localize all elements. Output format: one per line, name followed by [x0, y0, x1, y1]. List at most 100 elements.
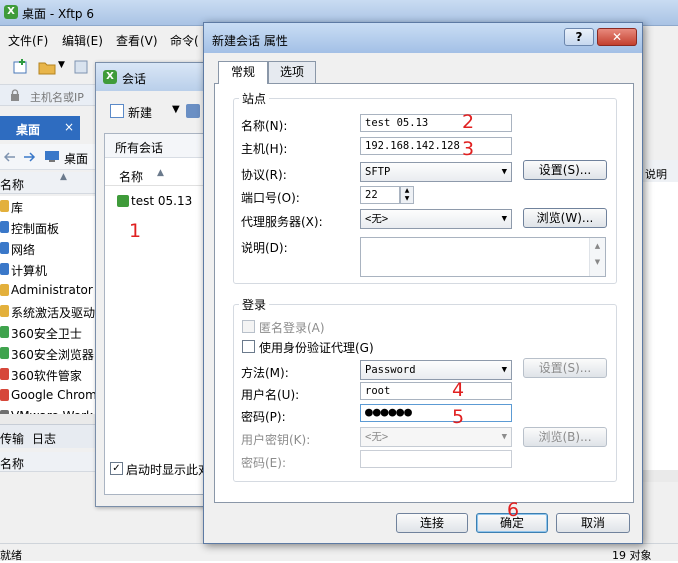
file-icon — [0, 200, 9, 212]
description-field[interactable] — [360, 237, 606, 277]
cancel-button[interactable]: 取消 — [556, 513, 630, 533]
port-field[interactable]: 22 — [360, 186, 400, 204]
properties-dialog-title: 新建会话 属性 — [212, 34, 288, 48]
proxy-value: <无> — [365, 213, 389, 225]
list-item-label: 网络 — [11, 243, 36, 257]
annotation-marker: 6 — [507, 499, 520, 521]
close-button[interactable]: ✕ — [597, 28, 637, 46]
menu-edit[interactable]: 编辑(E) — [62, 32, 103, 49]
list-item-label: 库 — [11, 201, 24, 215]
address-bar[interactable]: 主机名或IP — [0, 84, 110, 106]
file-icon — [0, 368, 9, 380]
chevron-down-icon[interactable]: ▼ — [58, 60, 65, 70]
user-key-select[interactable]: <无> ▼ — [360, 427, 512, 447]
host-label: 主机(H): — [241, 142, 288, 156]
tab-general[interactable]: 常规 — [218, 61, 268, 84]
left-horizontal-scrollbar[interactable] — [0, 414, 96, 424]
xftp-app-icon: X — [4, 5, 18, 19]
left-nav-bar: 桌面 — [0, 144, 96, 170]
tab-desktop-label: 桌面 — [16, 123, 41, 137]
properties-title-bar: 新建会话 属性 ? ✕ — [204, 23, 642, 53]
tab-desktop[interactable]: 桌面 × — [0, 116, 80, 140]
proxy-browse-button[interactable]: 浏览(W)... — [523, 208, 607, 228]
new-session-button[interactable]: 新建 — [128, 104, 152, 121]
annotation-marker: 4 — [452, 379, 465, 401]
connect-button[interactable]: 连接 — [396, 513, 468, 533]
sort-arrow-icon: ▲ — [157, 168, 164, 178]
list-item-label: 360安全卫士 — [11, 327, 82, 341]
checkmark-icon: ✓ — [112, 463, 121, 474]
remote-list-header: 说明 — [640, 160, 678, 182]
port-spinner[interactable]: ▲ ▼ — [400, 186, 414, 204]
user-key-value: <无> — [365, 431, 389, 443]
left-list-header[interactable]: 名称 ▲ — [0, 172, 96, 194]
main-window-title: 桌面 - Xftp 6 — [22, 7, 94, 21]
method-settings-button[interactable]: 设置(S)... — [523, 358, 607, 378]
save-icon[interactable] — [186, 104, 200, 118]
file-icon — [0, 347, 9, 359]
port-label: 端口号(O): — [241, 191, 300, 205]
protocol-select[interactable]: SFTP ▼ — [360, 162, 512, 182]
right-horizontal-scrollbar[interactable] — [640, 470, 678, 482]
tab-options[interactable]: 选项 — [268, 61, 316, 83]
session-properties-dialog: 新建会话 属性 ? ✕ 常规 选项 站点 名称(N): test 05.13 主… — [203, 22, 643, 544]
current-folder-label: 桌面 — [64, 152, 89, 166]
annotation-marker: 3 — [462, 138, 475, 160]
menu-command[interactable]: 命令( — [170, 32, 199, 49]
anonymous-login-checkbox[interactable] — [242, 320, 255, 333]
passphrase-field[interactable] — [360, 450, 512, 468]
lock-icon — [11, 89, 19, 101]
protocol-settings-button[interactable]: 设置(S)... — [523, 160, 607, 180]
address-placeholder: 主机名或IP — [30, 91, 84, 104]
close-icon[interactable]: × — [64, 120, 74, 134]
name-field[interactable]: test 05.13 — [360, 114, 512, 132]
auth-agent-checkbox[interactable] — [242, 340, 255, 353]
user-key-label: 用户密钥(K): — [241, 433, 311, 447]
method-label: 方法(M): — [241, 366, 289, 380]
transfer-column-name[interactable]: 名称 — [0, 455, 24, 472]
tab-transfer[interactable]: 传输 — [0, 430, 24, 447]
key-browse-button[interactable]: 浏览(B)... — [523, 427, 607, 447]
file-icon — [0, 305, 9, 317]
list-item-label: 计算机 — [11, 264, 48, 278]
column-description-header[interactable]: 说明 — [645, 166, 667, 182]
new-session-icon[interactable] — [12, 58, 30, 76]
password-label: 密码(P): — [241, 410, 286, 424]
toolbar-icon[interactable] — [72, 58, 90, 76]
list-item-label: 系统激活及驱动 — [11, 306, 96, 320]
method-select[interactable]: Password ▼ — [360, 360, 512, 380]
chevron-down-icon: ▼ — [501, 214, 507, 224]
proxy-select[interactable]: <无> ▼ — [360, 209, 512, 229]
host-field[interactable]: 192.168.142.128 — [360, 137, 512, 155]
local-file-list: 库控制面板 网络 计算机 Administrator 系统激活及驱动 360安全卫士 360… — [0, 196, 96, 414]
new-session-icon[interactable] — [110, 104, 124, 118]
bottom-tab-strip: 传输 日志 — [0, 424, 96, 448]
help-button[interactable]: ? — [564, 28, 594, 46]
startup-checkbox[interactable]: ✓ — [110, 462, 123, 475]
session-name: test 05.13 — [131, 194, 193, 208]
file-icon — [0, 389, 9, 401]
general-tab-panel: 站点 名称(N): test 05.13 主机(H): 192.168.142.… — [214, 83, 634, 503]
menu-file[interactable]: 文件(F) — [8, 32, 48, 49]
menu-view[interactable]: 查看(V) — [116, 32, 158, 49]
tab-log[interactable]: 日志 — [32, 430, 56, 447]
name-label: 名称(N): — [241, 119, 288, 133]
startup-checkbox-label: 启动时显示此对 — [126, 463, 211, 477]
sort-arrow-icon: ▲ — [60, 172, 67, 182]
session-column-name: 名称 — [119, 170, 144, 184]
anonymous-login-label: 匿名登录(A) — [259, 321, 325, 335]
description-scrollbar[interactable]: ▲ ▼ — [589, 238, 605, 276]
chevron-down-icon[interactable]: ▼ — [172, 104, 180, 115]
proxy-label: 代理服务器(X): — [241, 215, 323, 229]
password-field[interactable]: ●●●●●● — [360, 404, 512, 422]
open-folder-icon[interactable] — [38, 58, 56, 76]
username-field[interactable]: root — [360, 382, 512, 400]
list-item-label: Administrator — [11, 283, 93, 297]
annotation-marker: 5 — [452, 406, 465, 428]
back-forward-arrows-icon[interactable] — [4, 152, 36, 162]
passphrase-label: 密码(E): — [241, 456, 286, 470]
main-toolbar: ▼ — [0, 54, 110, 80]
list-item-label: 控制面板 — [11, 222, 60, 236]
column-name-header[interactable]: 名称 — [0, 176, 24, 193]
breadcrumb-all-sessions[interactable]: 所有会话 — [115, 139, 163, 156]
